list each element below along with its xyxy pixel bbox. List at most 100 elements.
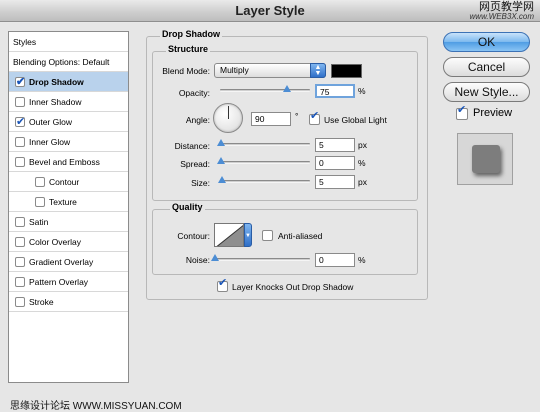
sidebar-checkbox[interactable] [35,177,45,187]
spread-slider[interactable] [220,161,310,164]
blend-mode-value: Multiply [220,65,249,75]
quality-title: Quality [170,202,205,212]
spread-input[interactable]: 0 [315,156,355,170]
styles-header[interactable]: Styles [9,32,128,52]
sidebar-checkbox[interactable] [15,137,25,147]
sidebar-checkbox[interactable] [15,157,25,167]
sidebar-checkbox[interactable] [15,112,25,132]
use-global-light-checkbox[interactable] [309,109,320,125]
noise-slider-thumb[interactable] [211,254,219,261]
sidebar-item-texture[interactable]: Texture [9,192,128,212]
use-global-light-label: Use Global Light [324,115,387,125]
sidebar-item-outer-glow[interactable]: Outer Glow [9,112,128,132]
window-title: Layer Style [235,3,305,18]
anti-aliased-checkbox[interactable] [262,230,273,241]
noise-label: Noise: [185,255,210,265]
sidebar-item-color-overlay[interactable]: Color Overlay [9,232,128,252]
size-slider[interactable] [220,180,310,183]
sidebar-item-label: Outer Glow [29,117,72,127]
quality-group [152,209,418,275]
sidebar-item-label: Pattern Overlay [29,277,89,287]
dialog-content: Styles Blending Options: Default Drop Sh… [0,23,540,412]
sidebar-item-label: Contour [49,177,80,187]
size-slider-thumb[interactable] [218,176,226,183]
preview-thumbnail [457,133,513,185]
sidebar-item-gradient-overlay[interactable]: Gradient Overlay [9,252,128,272]
distance-input[interactable]: 5 [315,138,355,152]
sidebar-item-label: Satin [29,217,49,227]
blend-mode-select[interactable]: Multiply ▲ ▼ [214,63,326,78]
sidebar-item-drop-shadow[interactable]: Drop Shadow [9,72,128,92]
sidebar-checkbox[interactable] [35,197,45,207]
footer-watermark: 思缘设计论坛 WWW.MISSYUAN.COM [10,401,182,412]
noise-slider[interactable] [214,258,310,261]
size-unit: px [358,177,367,187]
contour-picker[interactable] [214,223,244,247]
knockout-checkbox[interactable] [217,276,228,292]
sidebar-item-label: Color Overlay [29,237,81,247]
distance-unit: px [358,140,367,150]
angle-dial-hand [228,106,229,119]
preview-label: Preview [473,107,513,119]
opacity-slider[interactable] [220,89,310,92]
sidebar-checkbox[interactable] [15,72,25,92]
angle-unit: ° [295,111,299,121]
spread-unit: % [358,158,366,168]
sidebar-checkbox[interactable] [15,97,25,107]
contour-label: Contour: [177,231,210,241]
drop-shadow-title: Drop Shadow [160,29,222,39]
blending-options[interactable]: Blending Options: Default [9,52,128,72]
noise-input[interactable]: 0 [315,253,355,267]
knockout-label: Layer Knocks Out Drop Shadow [232,282,354,292]
sidebar-item-bevel-and-emboss[interactable]: Bevel and Emboss [9,152,128,172]
sidebar-item-label: Bevel and Emboss [29,157,100,167]
contour-linear-icon [216,224,243,246]
sidebar-checkbox[interactable] [15,237,25,247]
sidebar-checkbox[interactable] [15,217,25,227]
title-bar: Layer Style 网页教学网 www.WEB3X.com [0,0,540,22]
angle-dial[interactable] [213,103,243,133]
angle-label: Angle: [185,115,210,125]
sidebar-checkbox[interactable] [15,277,25,287]
anti-aliased-label: Anti-aliased [278,231,323,241]
angle-input[interactable]: 90 [251,112,291,126]
opacity-label: Opacity: [178,88,210,98]
sidebar-item-inner-glow[interactable]: Inner Glow [9,132,128,152]
opacity-slider-thumb[interactable] [283,85,291,92]
ok-button[interactable]: OK [443,32,530,52]
spread-label: Spread: [180,159,210,169]
sidebar-item-stroke[interactable]: Stroke [9,292,128,312]
sidebar-item-inner-shadow[interactable]: Inner Shadow [9,92,128,112]
preview-checkbox[interactable] [456,103,468,120]
sidebar-item-label: Stroke [29,297,54,307]
sidebar-item-contour[interactable]: Contour [9,172,128,192]
styles-list: Styles Blending Options: Default Drop Sh… [8,31,129,383]
select-arrows-icon: ▲ ▼ [310,63,326,78]
distance-slider[interactable] [220,143,310,146]
size-input[interactable]: 5 [315,175,355,189]
blend-mode-label: Blend Mode: [162,66,210,76]
new-style-button[interactable]: New Style... [443,82,530,102]
preview-shape [472,145,500,173]
spread-slider-thumb[interactable] [217,157,225,164]
cancel-button[interactable]: Cancel [443,57,530,77]
opacity-input[interactable]: 75 [315,84,355,98]
distance-label: Distance: [174,141,210,151]
sidebar-checkbox[interactable] [15,297,25,307]
sidebar-item-label: Drop Shadow [29,77,84,87]
opacity-unit: % [358,86,366,96]
watermark-logo: 网页教学网 www.WEB3X.com [470,2,534,21]
shadow-color-swatch[interactable] [331,64,362,78]
sidebar-item-label: Texture [49,197,77,207]
sidebar-item-pattern-overlay[interactable]: Pattern Overlay [9,272,128,292]
structure-title: Structure [166,44,211,54]
distance-slider-thumb[interactable] [217,139,225,146]
sidebar-item-label: Inner Shadow [29,97,82,107]
sidebar-item-label: Gradient Overlay [29,257,94,267]
size-label: Size: [191,178,210,188]
watermark-url: www.WEB3X.com [469,12,534,21]
sidebar-item-label: Inner Glow [29,137,71,147]
sidebar-item-satin[interactable]: Satin [9,212,128,232]
sidebar-checkbox[interactable] [15,257,25,267]
contour-dropdown-arrow-icon[interactable]: ▼ [244,223,252,247]
